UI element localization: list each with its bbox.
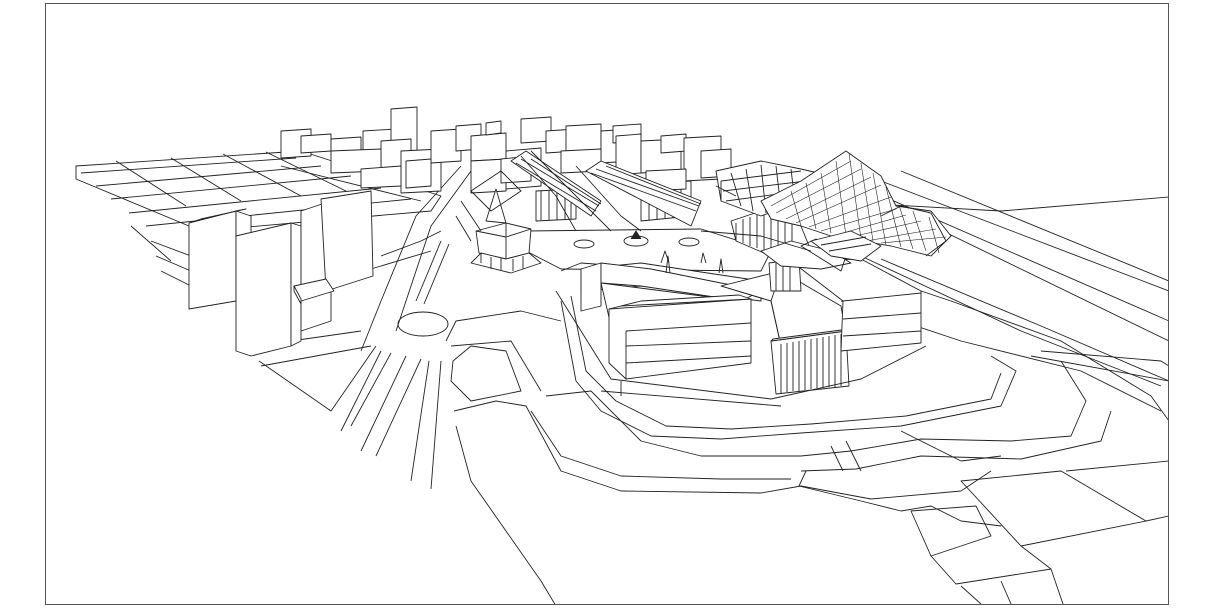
city-line-drawing bbox=[46, 4, 1169, 605]
central-civic-buildings bbox=[556, 256, 926, 406]
drawing-frame bbox=[45, 3, 1169, 605]
